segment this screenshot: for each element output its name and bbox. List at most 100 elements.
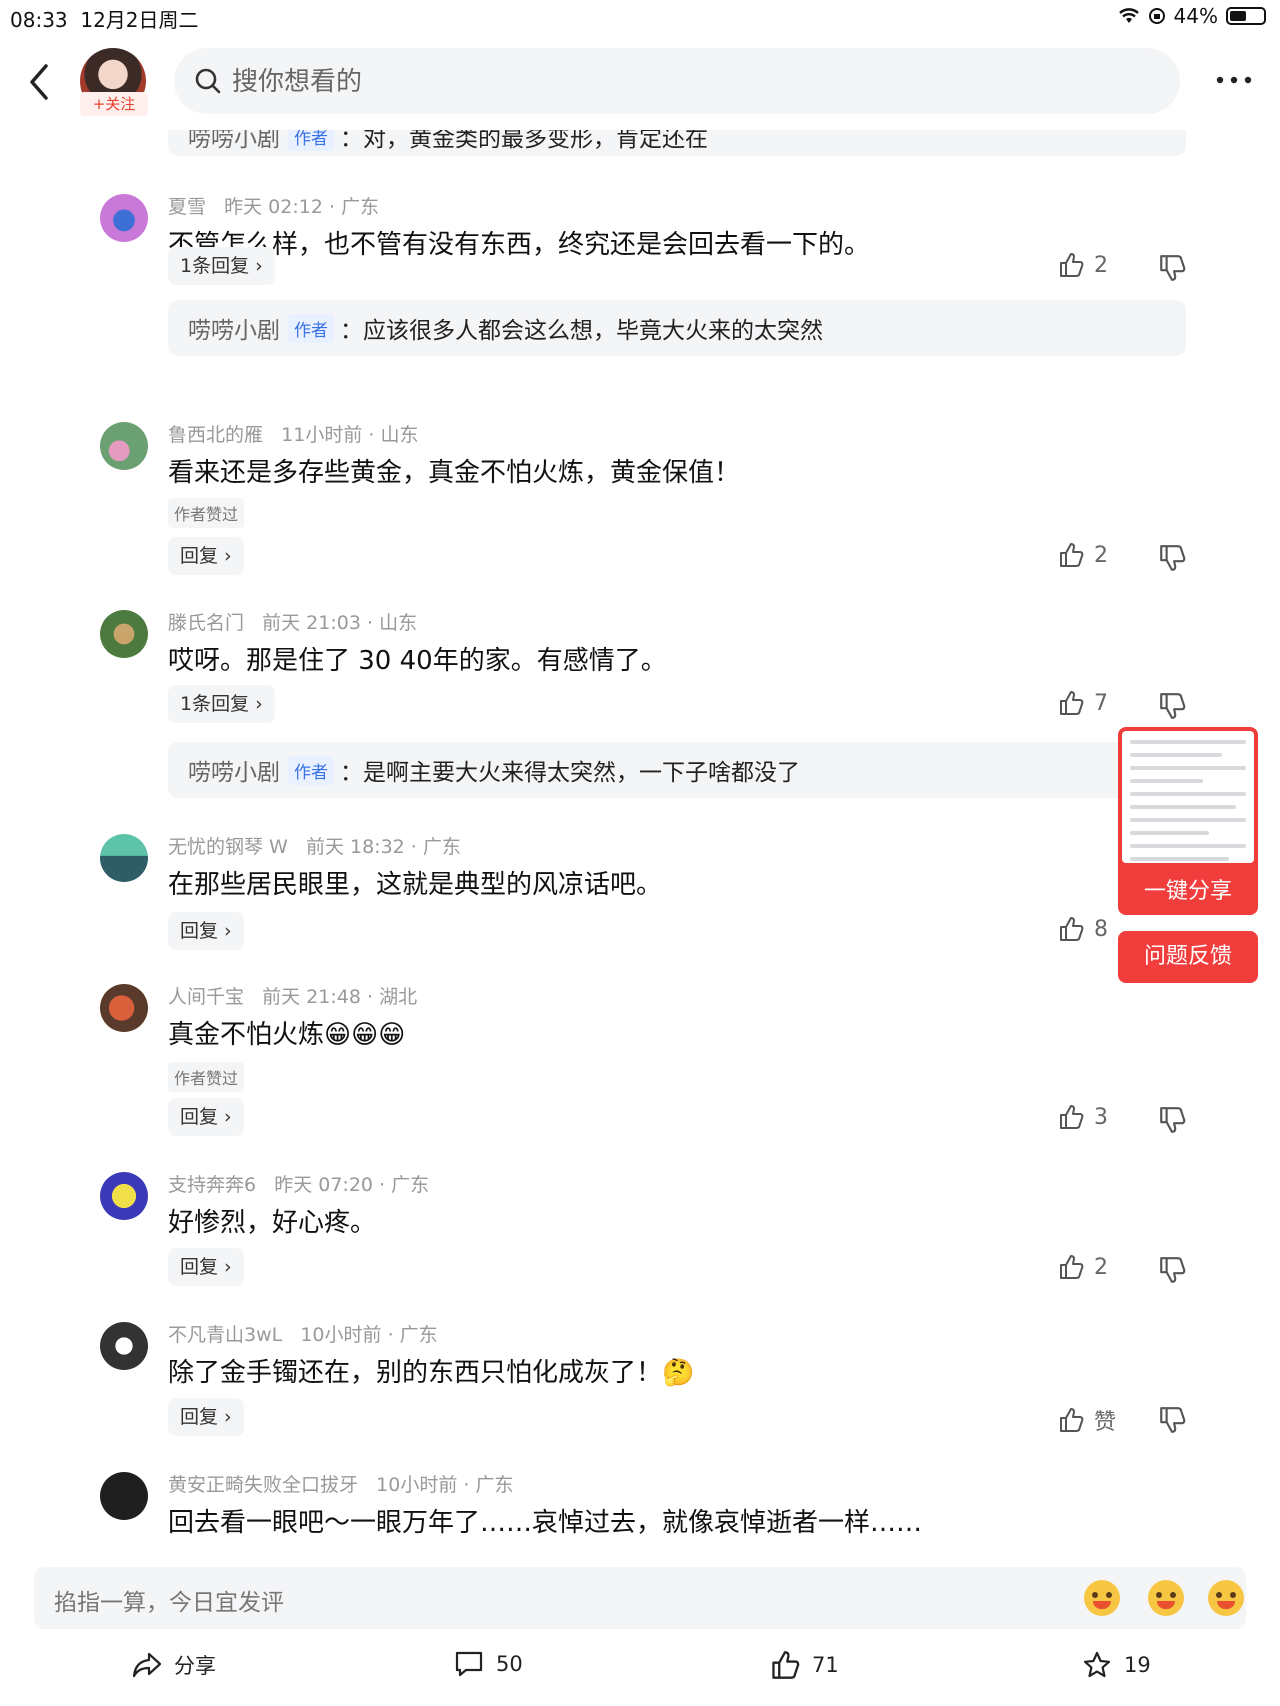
comment-text: 真金不怕火炼😁😁😁 (168, 1020, 406, 1050)
reply-author-name: 唠唠小剧 (188, 760, 280, 786)
back-icon[interactable] (26, 62, 56, 102)
star-icon (1083, 1651, 1111, 1678)
like-button[interactable]: 2 (1058, 542, 1108, 568)
reply-button[interactable]: 回复 › (168, 1398, 244, 1436)
comment-feed[interactable]: 唠唠小剧 作者 ：对，黄金类的最多变形，肯定还在 夏雪 昨天 02:12 · 广… (0, 130, 1280, 1570)
comment-meta: 无忧的钢琴 W 前天 18:32 · 广东 (168, 836, 461, 858)
follow-button[interactable]: +关注 (80, 92, 148, 116)
like-button[interactable]: 7 (1058, 690, 1108, 716)
like-count: 7 (1094, 690, 1108, 716)
user-avatar[interactable] (100, 194, 148, 242)
thumbs-down-icon[interactable] (1158, 544, 1186, 572)
reply-button[interactable]: 1条回复 › (168, 685, 275, 723)
reply-button[interactable]: 1条回复 › (168, 247, 275, 285)
status-time: 08:33 12月2日周二 (10, 8, 199, 32)
thumbs-up-icon (1060, 1255, 1084, 1279)
reply-author-name: 唠唠小剧 (188, 130, 280, 152)
comment-meta: 滕氏名门 前天 21:03 · 山东 (168, 612, 418, 634)
battery-percent: 44% (1173, 4, 1218, 28)
thumbs-up-icon (772, 1651, 800, 1679)
thumbs-up-icon (1060, 917, 1084, 941)
favorite-button[interactable]: 19 (1082, 1650, 1151, 1680)
user-avatar[interactable] (100, 834, 148, 882)
comment-text: 在那些居民眼里，这就是典型的风凉话吧。 (168, 870, 663, 900)
user-avatar[interactable] (100, 1472, 148, 1520)
search-icon (195, 68, 221, 94)
share-icon (132, 1652, 162, 1678)
author-liked-tag: 作者赞过 (168, 1062, 245, 1092)
author-reply[interactable]: 唠唠小剧 作者 ：对，黄金类的最多变形，肯定还在 (168, 130, 1186, 156)
grin-emoji-icon[interactable] (1148, 1580, 1184, 1616)
comment-text: 回去看一眼吧～一眼万年了……哀悼过去，就像哀悼逝者一样…… (168, 1508, 923, 1538)
laugh-cry-emoji-icon[interactable] (1084, 1580, 1120, 1616)
reply-button[interactable]: 回复 › (168, 912, 244, 950)
reply-button[interactable]: 回复 › (168, 1248, 244, 1286)
user-avatar[interactable] (100, 984, 148, 1032)
comment-meta: 不凡青山3wL 10小时前 · 广东 (168, 1324, 438, 1346)
reply-button[interactable]: 回复 › (168, 1098, 244, 1136)
smile-emoji-icon[interactable] (1208, 1580, 1244, 1616)
comment-meta: 人间千宝 前天 21:48 · 湖北 (168, 986, 418, 1008)
author-tag: 作者 (288, 755, 334, 785)
battery-icon (1226, 7, 1266, 25)
like-count: 8 (1094, 916, 1108, 942)
like-count: 赞 (1094, 1410, 1117, 1435)
favorites-count: 19 (1124, 1653, 1151, 1677)
one-click-share-label: 一键分享 (1143, 879, 1232, 904)
user-avatar[interactable] (100, 1172, 148, 1220)
user-avatar[interactable] (100, 610, 148, 658)
likes-count: 71 (812, 1653, 839, 1677)
share-button[interactable]: 分享 (132, 1650, 216, 1680)
comment-text: 除了金手镯还在，别的东西只怕化成灰了！🤔 (168, 1358, 695, 1388)
search-input[interactable] (230, 48, 1134, 116)
author-reply[interactable]: 唠唠小剧 作者 ：应该很多人都会这么想，毕竟大火来的太突然 (168, 300, 1186, 356)
status-right: 44% (1118, 4, 1266, 28)
comment-text: 好惨烈，好心疼。 (168, 1208, 377, 1238)
thumbs-up-icon (1060, 253, 1084, 277)
like-button[interactable]: 2 (1058, 1254, 1108, 1280)
like-button[interactable]: 赞 (1058, 1404, 1116, 1436)
comment-text: 看来还是多存些黄金，真金不怕火炼，黄金保值！ (168, 458, 741, 488)
comments-button[interactable]: 50 (454, 1650, 523, 1678)
thumbs-down-icon[interactable] (1158, 1106, 1186, 1134)
thumbs-down-icon[interactable] (1158, 254, 1186, 282)
comment-input-placeholder: 掐指一算，今日宜发评 (54, 1590, 284, 1616)
like-button[interactable]: 3 (1058, 1104, 1108, 1130)
thumbs-up-icon (1060, 1105, 1084, 1129)
like-button[interactable]: 2 (1058, 252, 1108, 278)
more-icon[interactable] (1214, 70, 1254, 90)
comment-meta: 鲁西北的雁 11小时前 · 山东 (168, 424, 419, 446)
reply-button[interactable]: 回复 › (168, 537, 244, 575)
comments-count: 50 (496, 1652, 523, 1676)
like-button[interactable]: 8 (1058, 916, 1108, 942)
comment-meta: 黄安正畸失败全口拔牙 10小时前 · 广东 (168, 1474, 514, 1496)
like-count: 2 (1094, 542, 1108, 568)
user-avatar[interactable] (100, 422, 148, 470)
thumbs-up-icon (1060, 1408, 1084, 1432)
share-label: 分享 (174, 1654, 216, 1678)
thumbs-down-icon[interactable] (1158, 1406, 1186, 1434)
thumbs-up-icon (1060, 543, 1084, 567)
like-count: 2 (1094, 1254, 1108, 1280)
user-avatar[interactable] (100, 1322, 148, 1370)
comment-input[interactable]: 掐指一算，今日宜发评 (34, 1567, 1246, 1629)
feedback-button[interactable]: 问题反馈 (1118, 931, 1258, 983)
like-post-button[interactable]: 71 (770, 1650, 839, 1680)
author-reply[interactable]: 唠唠小剧 作者 ：是啊主要大火来得太突然，一下子啥都没了 (168, 742, 1186, 798)
lock-rotation-icon (1148, 8, 1165, 24)
author-liked-tag: 作者赞过 (168, 498, 245, 528)
thumbs-down-icon[interactable] (1158, 1256, 1186, 1284)
author-tag: 作者 (288, 130, 334, 151)
like-count: 3 (1094, 1104, 1108, 1130)
wifi-icon (1118, 8, 1139, 23)
one-click-share-panel[interactable]: 一键分享 (1118, 727, 1258, 915)
thumbs-up-icon (1060, 691, 1084, 715)
comment-meta: 夏雪 昨天 02:12 · 广东 (168, 196, 380, 218)
thumbs-down-icon[interactable] (1158, 692, 1186, 720)
top-header: +关注 (0, 40, 1280, 130)
comment-icon (455, 1651, 483, 1677)
bottom-toolbar: 分享 50 71 19 (0, 1640, 1280, 1696)
search-bar[interactable] (174, 48, 1180, 116)
comment-text: 哎呀。那是住了 30 40年的家。有感情了。 (168, 646, 667, 676)
author-tag: 作者 (288, 313, 334, 343)
